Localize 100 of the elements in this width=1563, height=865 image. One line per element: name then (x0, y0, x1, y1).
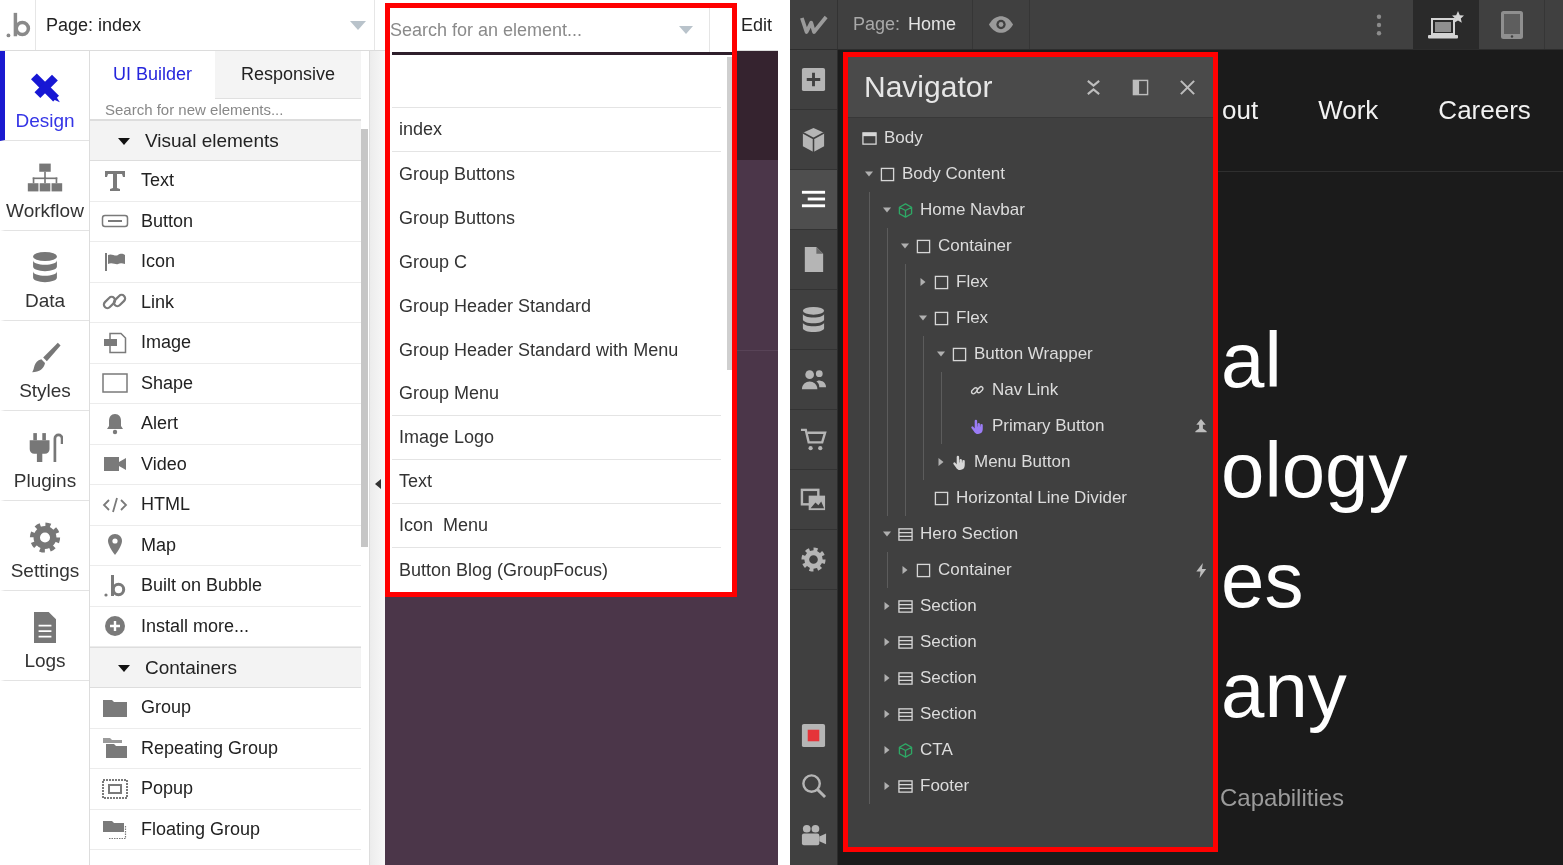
tree-item[interactable]: Menu Button (848, 444, 1213, 480)
nav-link[interactable]: Careers (1438, 95, 1531, 126)
caret-icon[interactable] (919, 314, 927, 322)
tree-item[interactable]: Flex (848, 264, 1213, 300)
cube-icon (800, 126, 827, 153)
dropdown-item[interactable]: Image Logo (392, 416, 721, 460)
nav-link[interactable]: Work (1318, 95, 1379, 126)
element-item[interactable]: Button (90, 201, 361, 242)
tree-item[interactable]: Hero Section (848, 516, 1213, 552)
tree-item[interactable]: Container (848, 552, 1213, 588)
logo-icon[interactable] (4, 11, 31, 39)
page-name[interactable]: Home (908, 14, 957, 35)
caret-icon[interactable] (883, 602, 891, 610)
tree-item[interactable]: Nav Link (848, 372, 1213, 408)
database-icon (800, 306, 827, 333)
caret-icon[interactable] (883, 782, 891, 790)
dropdown-item[interactable]: Group Buttons (392, 196, 721, 240)
tree-item[interactable]: Home Navbar (848, 192, 1213, 228)
caret-icon[interactable] (883, 638, 891, 646)
caret-icon[interactable] (883, 530, 891, 538)
element-item[interactable]: Icon (90, 242, 361, 283)
section-icon (897, 706, 913, 722)
element-item[interactable]: Text (90, 161, 361, 202)
collapse-icon[interactable] (1085, 78, 1102, 96)
element-item[interactable]: Map (90, 525, 361, 566)
search-icon (800, 771, 827, 799)
tree-item[interactable]: Primary Button (848, 408, 1213, 444)
tablet-icon (1499, 9, 1524, 40)
tree-item[interactable]: Section (848, 588, 1213, 624)
image-file-icon (101, 330, 129, 355)
dock-panel-icon[interactable] (1132, 78, 1149, 96)
caret-icon[interactable] (901, 566, 909, 574)
scrollbar-thumb[interactable] (727, 57, 732, 370)
dropdown-item[interactable]: Group Header Standard (392, 284, 721, 328)
element-item[interactable]: Group (90, 688, 361, 729)
element-item[interactable]: Video (90, 444, 361, 485)
caret-icon[interactable] (883, 206, 891, 214)
element-item[interactable]: Shape (90, 363, 361, 404)
scrollbar-thumb[interactable] (361, 129, 368, 547)
sidebar-tab[interactable]: Design (0, 51, 89, 141)
hero-heading: al ology es any (1221, 315, 1408, 736)
element-item[interactable]: Image (90, 323, 361, 364)
tree-item[interactable]: Flex (848, 300, 1213, 336)
element-item[interactable]: Alert (90, 404, 361, 445)
dropdown-item[interactable]: Icon Menu (392, 504, 721, 548)
edit-menu[interactable]: Edit (740, 14, 772, 36)
square-icon (951, 346, 967, 362)
tree-item[interactable]: Section (848, 660, 1213, 696)
dropdown-item[interactable]: Group Header Standard with Menu (392, 328, 721, 372)
tree-item[interactable]: Footer (848, 768, 1213, 804)
element-item[interactable]: Floating Group (90, 809, 361, 850)
tree-item[interactable]: Horizontal Line Divider (848, 480, 1213, 516)
square-icon (933, 274, 949, 290)
caret-icon[interactable] (919, 278, 927, 286)
element-item[interactable]: Popup (90, 769, 361, 810)
square-icon (933, 310, 949, 326)
section-icon (897, 526, 913, 542)
tree-item[interactable]: CTA (848, 732, 1213, 768)
caret-icon[interactable] (883, 674, 891, 682)
tree-item[interactable]: Section (848, 624, 1213, 660)
images-icon (800, 486, 827, 513)
dropdown-item[interactable]: Button Blog (GroupFocus) (392, 548, 721, 592)
toolbar-button[interactable] (790, 170, 837, 230)
tree-item[interactable]: Section (848, 696, 1213, 732)
breakpoint-button[interactable] (1413, 0, 1479, 49)
tree-item[interactable]: Button Wrapper (848, 336, 1213, 372)
caret-icon (374, 479, 381, 489)
nav-link[interactable]: out (1222, 95, 1259, 126)
category-header[interactable]: Visual elements (90, 120, 361, 161)
element-item[interactable]: Repeating Group (90, 728, 361, 769)
tree-item[interactable]: Body Content (848, 156, 1213, 192)
dropdown-item[interactable]: index (392, 108, 721, 152)
close-icon[interactable] (1179, 78, 1196, 96)
caret-icon[interactable] (937, 458, 945, 466)
element-item[interactable]: Link (90, 282, 361, 323)
section-icon (897, 634, 913, 650)
record-icon (800, 721, 827, 749)
tree-item[interactable]: Body (848, 120, 1213, 156)
caret-icon[interactable] (901, 242, 909, 250)
panel-title: Navigator (864, 70, 994, 104)
dropdown-item[interactable]: Group C (392, 240, 721, 284)
caret-icon[interactable] (937, 350, 945, 358)
section-icon (897, 598, 913, 614)
kebab-menu-icon[interactable] (1376, 13, 1382, 36)
caret-icon[interactable] (883, 710, 891, 718)
dropdown-item[interactable]: Group Buttons (392, 152, 721, 196)
category-header[interactable]: Containers (90, 647, 361, 688)
dropdown-item[interactable]: Text (392, 460, 721, 504)
caret-icon[interactable] (883, 746, 891, 754)
logo-icon[interactable] (799, 14, 828, 35)
panel-tab[interactable]: Responsive (215, 51, 361, 99)
element-item[interactable]: Built on Bubble (90, 566, 361, 607)
dropdown-item[interactable]: Group Menu (392, 372, 721, 416)
arrow-up-icon (1195, 418, 1207, 434)
section-icon (897, 778, 913, 794)
panel-collapse-handle[interactable] (370, 51, 385, 865)
caret-icon[interactable] (865, 170, 873, 178)
eye-icon[interactable] (988, 15, 1015, 34)
square-icon (933, 490, 949, 506)
tree-item[interactable]: Container (848, 228, 1213, 264)
